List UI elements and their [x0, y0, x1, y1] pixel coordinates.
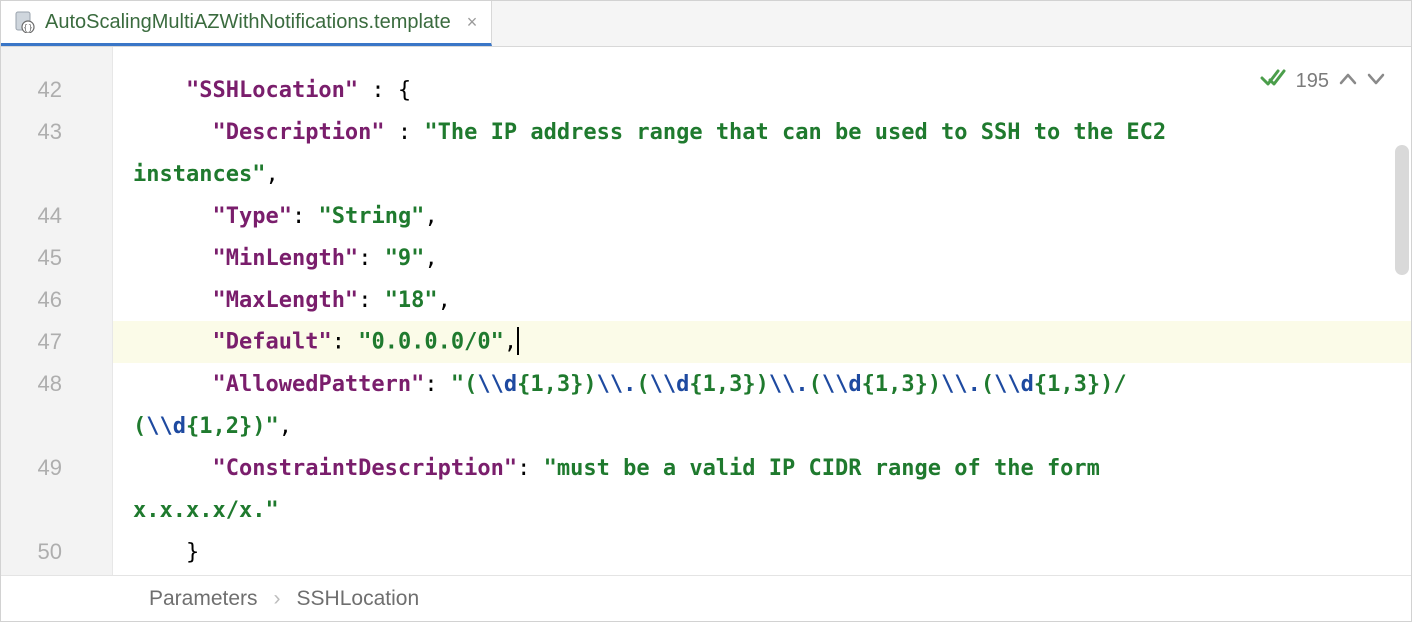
line-number: [1, 153, 112, 195]
token-key: "MaxLength": [212, 288, 358, 313]
token-punct: :: [332, 329, 359, 354]
token-str: {1,3})/: [1034, 372, 1127, 397]
token-punct: ,: [504, 329, 517, 354]
inspection-ok-icon[interactable]: [1260, 67, 1286, 95]
token-key: "AllowedPattern": [212, 372, 424, 397]
token-punct: ,: [424, 246, 437, 271]
svg-text:{}: {}: [23, 23, 33, 32]
token-str: "9": [385, 246, 425, 271]
token-key: "SSHLocation": [186, 78, 358, 103]
line-number: 50: [1, 531, 112, 573]
token-str: "0.0.0.0/0": [358, 329, 504, 354]
line-number: 49: [1, 447, 112, 489]
token-key: "Default": [212, 329, 331, 354]
code-line[interactable]: "Default": "0.0.0.0/0",: [113, 321, 1411, 363]
token-esc: \\d: [650, 372, 690, 397]
token-str: "must be a valid IP CIDR range of the fo…: [544, 456, 1114, 481]
token-str: (: [636, 372, 649, 397]
token-punct: :: [385, 120, 425, 145]
token-str: x.x.x.x/x.": [133, 498, 279, 523]
code-line[interactable]: x.x.x.x/x.": [113, 489, 1411, 531]
token-punct: :: [517, 456, 544, 481]
token-esc: \\d: [822, 372, 862, 397]
token-punct: :: [292, 204, 319, 229]
line-number: 45: [1, 237, 112, 279]
token-str: "(: [451, 372, 478, 397]
token-esc: \\.: [941, 372, 981, 397]
code-area[interactable]: "SSHLocation" : { "Description" : "The I…: [113, 47, 1411, 575]
token-str: {1,3}): [862, 372, 941, 397]
inspection-widget: 195: [1260, 67, 1385, 95]
token-str: (: [981, 372, 994, 397]
token-punct: }: [186, 540, 199, 565]
cloudformation-file-icon: {}: [15, 11, 35, 33]
line-number: [1, 405, 112, 447]
token-punct: ,: [424, 204, 437, 229]
line-number: [1, 489, 112, 531]
token-punct: :: [358, 288, 385, 313]
token-key: "MinLength": [212, 246, 358, 271]
token-str: (: [133, 414, 146, 439]
line-number: 43: [1, 111, 112, 153]
code-line[interactable]: "MinLength": "9",: [113, 237, 1411, 279]
code-line[interactable]: (\\d{1,2})",: [113, 405, 1411, 447]
code-line[interactable]: }: [113, 531, 1411, 573]
breadcrumb-bar: Parameters › SSHLocation: [1, 575, 1411, 621]
token-esc: \\.: [597, 372, 637, 397]
token-esc: \\d: [477, 372, 517, 397]
token-str: "18": [385, 288, 438, 313]
code-line[interactable]: "AllowedPattern": "(\\d{1,3})\\.(\\d{1,3…: [113, 363, 1411, 405]
breadcrumb-item[interactable]: SSHLocation: [297, 587, 420, 611]
token-esc: \\.: [769, 372, 809, 397]
code-line[interactable]: "ConstraintDescription": "must be a vali…: [113, 447, 1411, 489]
token-key: "Description": [212, 120, 384, 145]
line-number: 46: [1, 279, 112, 321]
line-number: 44: [1, 195, 112, 237]
inspection-count: 195: [1296, 70, 1329, 93]
code-line[interactable]: "MaxLength": "18",: [113, 279, 1411, 321]
token-str: (: [809, 372, 822, 397]
editor-main: 4243 4445464748 49 50 "SSHLocation" : { "De…: [1, 47, 1411, 575]
code-line[interactable]: "Type": "String",: [113, 195, 1411, 237]
code-line[interactable]: instances",: [113, 153, 1411, 195]
breadcrumb-separator-icon: ›: [274, 587, 281, 611]
inspection-next-icon[interactable]: [1367, 70, 1385, 93]
token-str: {1,2})": [186, 414, 279, 439]
token-punct: ,: [279, 414, 292, 439]
token-str: {1,3}): [689, 372, 768, 397]
token-punct: ,: [265, 162, 278, 187]
token-str: instances": [133, 162, 265, 187]
token-punct: : {: [358, 78, 411, 103]
token-key: "ConstraintDescription": [212, 456, 517, 481]
code-line[interactable]: "Description" : "The IP address range th…: [113, 111, 1411, 153]
file-tab[interactable]: {} AutoScalingMultiAZWithNotifications.t…: [1, 1, 492, 46]
token-punct: :: [358, 246, 385, 271]
code-line[interactable]: "SSHLocation" : {: [113, 69, 1411, 111]
tab-bar: {} AutoScalingMultiAZWithNotifications.t…: [1, 1, 1411, 47]
line-number: 48: [1, 363, 112, 405]
inspection-prev-icon[interactable]: [1339, 70, 1357, 93]
breadcrumb-item[interactable]: Parameters: [149, 587, 258, 611]
editor-root: {} AutoScalingMultiAZWithNotifications.t…: [0, 0, 1412, 622]
token-key: "Type": [212, 204, 291, 229]
token-punct: :: [424, 372, 451, 397]
file-tab-label: AutoScalingMultiAZWithNotifications.temp…: [45, 11, 451, 34]
token-str: {1,3}): [517, 372, 596, 397]
token-punct: ,: [438, 288, 451, 313]
token-esc: \\d: [146, 414, 186, 439]
text-caret: [517, 327, 519, 355]
close-tab-icon[interactable]: ×: [467, 12, 478, 33]
token-str: "The IP address range that can be used t…: [424, 120, 1179, 145]
line-number: 47: [1, 321, 112, 363]
vertical-scrollbar-thumb[interactable]: [1395, 145, 1409, 275]
token-esc: \\d: [994, 372, 1034, 397]
token-str: "String": [318, 204, 424, 229]
gutter: 4243 4445464748 49 50: [1, 47, 113, 575]
line-number: 42: [1, 69, 112, 111]
